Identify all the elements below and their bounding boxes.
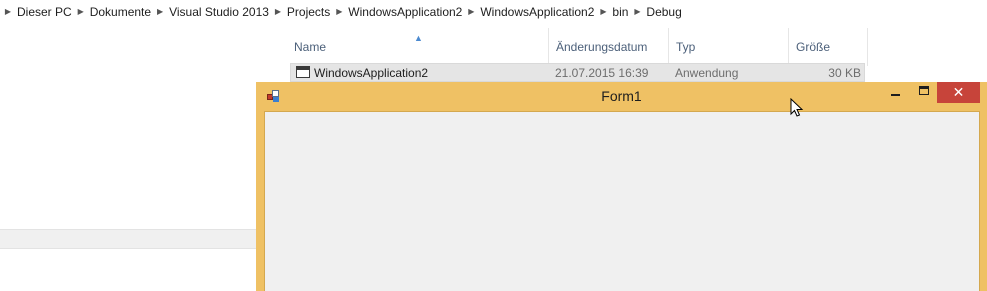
chevron-right-icon[interactable]: ▶ bbox=[466, 7, 476, 16]
breadcrumb-item-windowsapplication2-sub[interactable]: WindowsApplication2 bbox=[476, 5, 598, 19]
chevron-right-icon[interactable]: ▶ bbox=[76, 7, 86, 16]
breadcrumb-item-dieser-pc[interactable]: Dieser PC bbox=[13, 5, 76, 19]
breadcrumb-item-dokumente[interactable]: Dokumente bbox=[86, 5, 155, 19]
file-list: Name ▲ Änderungsdatum Typ Größe WindowsA… bbox=[277, 24, 987, 84]
form1-client-area[interactable] bbox=[264, 111, 980, 291]
navigation-pane[interactable] bbox=[0, 24, 256, 291]
sort-ascending-icon: ▲ bbox=[414, 33, 423, 43]
minimize-button[interactable] bbox=[881, 82, 910, 103]
file-size: 30 KB bbox=[828, 65, 861, 80]
minimize-icon bbox=[891, 94, 900, 96]
chevron-right-icon[interactable]: ▶ bbox=[598, 7, 608, 16]
application-window-icon bbox=[296, 66, 310, 78]
maximize-icon bbox=[918, 86, 929, 95]
column-header-size[interactable]: Größe bbox=[788, 28, 868, 66]
breadcrumb-item-visual-studio[interactable]: Visual Studio 2013 bbox=[165, 5, 273, 19]
chevron-right-icon[interactable]: ▶ bbox=[3, 7, 13, 16]
column-header-name-label: Name bbox=[294, 40, 327, 54]
breadcrumb-item-windowsapplication2[interactable]: WindowsApplication2 bbox=[344, 5, 466, 19]
column-header-date[interactable]: Änderungsdatum bbox=[548, 28, 668, 66]
breadcrumb-items: ▶ Dieser PC ▶ Dokumente ▶ Visual Studio … bbox=[3, 5, 686, 19]
file-name: WindowsApplication2 bbox=[314, 65, 429, 80]
column-header-size-label: Größe bbox=[796, 40, 831, 54]
chevron-right-icon[interactable]: ▶ bbox=[334, 7, 344, 16]
chevron-right-icon[interactable]: ▶ bbox=[155, 7, 165, 16]
column-header-type[interactable]: Typ bbox=[668, 28, 788, 66]
file-type: Anwendung bbox=[675, 65, 739, 80]
close-icon: ✕ bbox=[952, 83, 965, 100]
file-date: 21.07.2015 16:39 bbox=[555, 65, 649, 80]
column-header-type-label: Typ bbox=[676, 40, 696, 54]
maximize-button[interactable] bbox=[910, 82, 937, 103]
breadcrumb-item-projects[interactable]: Projects bbox=[283, 5, 334, 19]
breadcrumb-item-bin[interactable]: bin bbox=[608, 5, 632, 19]
chevron-right-icon[interactable]: ▶ bbox=[632, 7, 642, 16]
form1-window[interactable]: Form1 ✕ bbox=[256, 82, 987, 291]
column-header-date-label: Änderungsdatum bbox=[556, 40, 648, 54]
form1-title-bar[interactable]: Form1 ✕ bbox=[256, 82, 987, 111]
window-title: Form1 bbox=[601, 88, 642, 104]
file-row[interactable]: WindowsApplication2 21.07.2015 16:39 Anw… bbox=[290, 63, 865, 82]
chevron-right-icon[interactable]: ▶ bbox=[273, 7, 283, 16]
column-header-name[interactable]: Name ▲ bbox=[277, 28, 548, 66]
navigation-pane-separator bbox=[0, 229, 256, 249]
mouse-pointer-icon bbox=[790, 98, 804, 117]
breadcrumb-item-debug[interactable]: Debug bbox=[642, 5, 685, 19]
breadcrumb: ▶ Dieser PC ▶ Dokumente ▶ Visual Studio … bbox=[0, 0, 987, 23]
close-button[interactable]: ✕ bbox=[937, 82, 980, 103]
